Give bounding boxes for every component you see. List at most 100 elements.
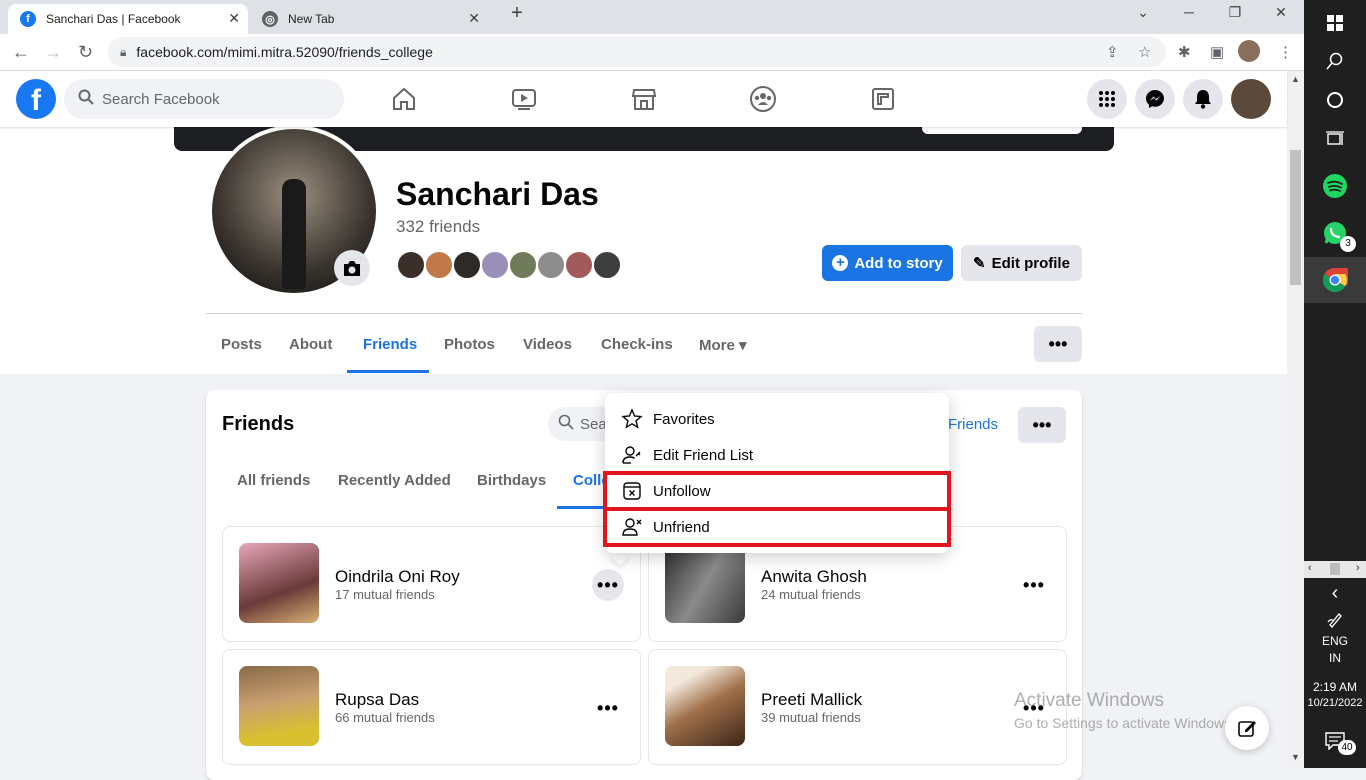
mutual-friends[interactable]: 66 mutual friends xyxy=(335,710,435,725)
browser-menu-icon[interactable]: ⋮ xyxy=(1278,43,1293,61)
side-panel-icon[interactable]: ▣ xyxy=(1210,43,1224,61)
find-friends-link[interactable]: Friends xyxy=(948,416,998,433)
tab-title: Sanchari Das | Facebook xyxy=(46,12,181,26)
page-scrollbar-thumb[interactable] xyxy=(1290,150,1301,285)
home-nav-icon[interactable] xyxy=(389,85,419,113)
gaming-nav-icon[interactable] xyxy=(868,85,898,113)
forward-arrow-icon[interactable]: → xyxy=(44,42,62,63)
friend-face[interactable] xyxy=(424,250,454,280)
friend-face[interactable] xyxy=(480,250,510,280)
close-window-button[interactable]: ✕ xyxy=(1258,4,1304,21)
new-message-compose-icon[interactable] xyxy=(1225,706,1269,750)
restore-button[interactable]: ❐ xyxy=(1212,4,1258,21)
tab-search-icon[interactable]: ⌄ xyxy=(1120,4,1166,21)
menu-grid-icon[interactable] xyxy=(1087,79,1127,119)
tab-checkins[interactable]: Check-ins xyxy=(601,336,673,353)
mutual-friends[interactable]: 39 mutual friends xyxy=(761,710,861,725)
menu-item-edit-friend-list[interactable]: Edit Friend List xyxy=(605,437,949,473)
tab-videos[interactable]: Videos xyxy=(523,336,572,353)
tab-friends[interactable]: Friends xyxy=(363,336,417,353)
friend-face[interactable] xyxy=(592,250,622,280)
action-center-icon[interactable]: 40 xyxy=(1304,718,1366,764)
chrome-favicon-icon: ◎ xyxy=(262,11,278,27)
edit-profile-button[interactable]: ✎ Edit profile xyxy=(961,245,1082,281)
friend-name[interactable]: Anwita Ghosh xyxy=(761,567,867,587)
scroll-up-arrow-icon[interactable]: ▲ xyxy=(1291,74,1300,84)
notifications-bell-icon[interactable] xyxy=(1183,79,1223,119)
friend-photo[interactable] xyxy=(239,543,319,623)
region-code: IN xyxy=(1329,651,1341,665)
back-arrow-icon[interactable]: ← xyxy=(12,42,30,63)
facebook-search-input[interactable]: Search Facebook xyxy=(64,79,344,119)
new-tab-button[interactable]: + xyxy=(494,2,540,25)
edit-friend-list-icon xyxy=(619,444,645,466)
task-view-icon[interactable] xyxy=(1304,116,1366,162)
reload-icon[interactable]: ↻ xyxy=(78,42,93,63)
tab-more[interactable]: More ▾ xyxy=(699,336,747,354)
extensions-puzzle-icon[interactable]: ✱ xyxy=(1178,43,1191,61)
friend-face[interactable] xyxy=(508,250,538,280)
friend-options-menu: Favorites Edit Friend List Unfollow Unfr… xyxy=(603,393,951,553)
edit-profile-label: Edit profile xyxy=(991,254,1070,272)
whatsapp-icon[interactable]: 3 xyxy=(1304,210,1366,256)
browser-tab-facebook[interactable]: f Sanchari Das | Facebook ✕ xyxy=(8,4,248,34)
friend-options-button[interactable]: ••• xyxy=(1018,569,1050,601)
tab-photos[interactable]: Photos xyxy=(444,336,495,353)
friend-face[interactable] xyxy=(536,250,566,280)
add-to-story-button[interactable]: + Add to story xyxy=(822,245,953,281)
minimize-button[interactable]: ─ xyxy=(1166,4,1212,20)
friend-face[interactable] xyxy=(564,250,594,280)
friend-options-button[interactable]: ••• xyxy=(592,692,624,724)
browser-profile-avatar[interactable] xyxy=(1238,40,1260,62)
friend-photo[interactable] xyxy=(239,666,319,746)
tab-birthdays[interactable]: Birthdays xyxy=(477,472,546,489)
mutual-friends[interactable]: 24 mutual friends xyxy=(761,587,861,602)
bookmark-star-icon[interactable]: ☆ xyxy=(1138,43,1151,61)
friend-options-button[interactable]: ••• xyxy=(592,569,624,601)
profile-more-options-button[interactable]: ••• xyxy=(1034,326,1082,362)
menu-item-favorites[interactable]: Favorites xyxy=(605,401,949,437)
tab-all-friends[interactable]: All friends xyxy=(237,472,310,489)
close-tab-icon[interactable]: ✕ xyxy=(228,10,240,27)
facebook-header: f Search Facebook xyxy=(0,71,1287,127)
whatsapp-badge: 3 xyxy=(1340,236,1356,252)
clock[interactable]: 2:19 AM 10/21/2022 xyxy=(1304,680,1366,709)
friend-name[interactable]: Oindrila Oni Roy xyxy=(335,567,460,587)
unfriend-icon xyxy=(619,516,645,538)
messenger-icon[interactable] xyxy=(1135,79,1175,119)
mutual-friends[interactable]: 17 mutual friends xyxy=(335,587,435,602)
chrome-icon[interactable] xyxy=(1304,257,1366,303)
friend-photo[interactable] xyxy=(665,543,745,623)
search-placeholder: Search Facebook xyxy=(102,90,220,108)
marketplace-nav-icon[interactable] xyxy=(629,85,659,113)
account-avatar[interactable] xyxy=(1231,79,1271,119)
edit-cover-button[interactable] xyxy=(922,127,1082,134)
address-bar[interactable]: 🔒︎ facebook.com/mimi.mitra.52090/friends… xyxy=(108,37,1166,67)
plus-circle-icon: + xyxy=(832,255,849,271)
menu-item-unfollow[interactable]: Unfollow xyxy=(603,471,951,511)
language-indicator[interactable]: ENG IN xyxy=(1304,634,1366,665)
tab-about[interactable]: About xyxy=(289,336,332,353)
friend-name[interactable]: Rupsa Das xyxy=(335,690,419,710)
star-icon xyxy=(619,408,645,430)
close-tab-icon[interactable]: ✕ xyxy=(468,10,480,27)
groups-nav-icon[interactable] xyxy=(748,85,778,113)
tab-recently-added[interactable]: Recently Added xyxy=(338,472,451,489)
friend-photo[interactable] xyxy=(665,666,745,746)
watch-nav-icon[interactable] xyxy=(509,85,539,113)
menu-item-label: Favorites xyxy=(653,410,715,428)
scroll-down-arrow-icon[interactable]: ▼ xyxy=(1291,752,1300,762)
friend-name[interactable]: Preeti Mallick xyxy=(761,690,862,710)
tab-posts[interactable]: Posts xyxy=(221,336,262,353)
spotify-icon[interactable] xyxy=(1304,163,1366,209)
profile-name: Sanchari Das xyxy=(396,176,599,212)
browser-tab-newtab[interactable]: ◎ New Tab ✕ xyxy=(250,4,488,34)
facebook-logo[interactable]: f xyxy=(16,79,56,119)
friend-face[interactable] xyxy=(452,250,482,280)
friend-count[interactable]: 332 friends xyxy=(396,217,480,237)
camera-icon[interactable] xyxy=(334,250,370,286)
friends-more-options-button[interactable]: ••• xyxy=(1018,407,1066,443)
friend-face[interactable] xyxy=(396,250,426,280)
menu-item-unfriend[interactable]: Unfriend xyxy=(603,507,951,547)
share-icon[interactable]: ⇪ xyxy=(1106,43,1119,61)
